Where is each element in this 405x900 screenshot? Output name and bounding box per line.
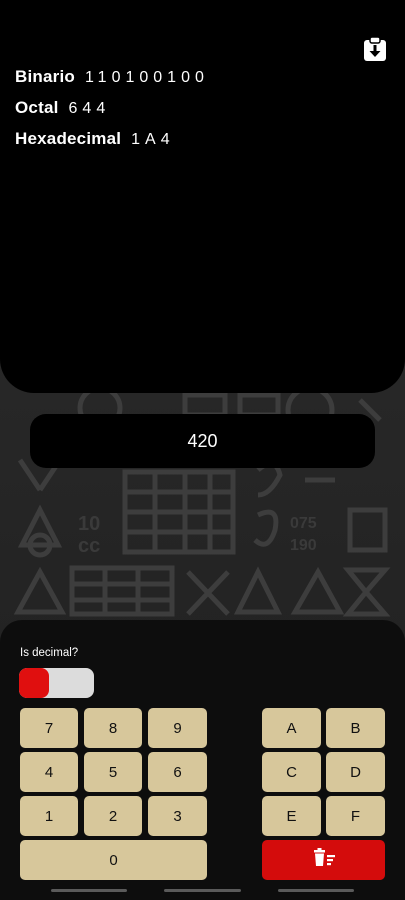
key-9[interactable]: 9 bbox=[148, 708, 207, 748]
binary-value: 110100100 bbox=[84, 69, 209, 86]
key-a[interactable]: A bbox=[262, 708, 321, 748]
number-input-display[interactable]: 420 bbox=[30, 414, 375, 468]
svg-text:190: 190 bbox=[290, 537, 317, 554]
key-8[interactable]: 8 bbox=[84, 708, 142, 748]
octal-value: 644 bbox=[68, 100, 111, 117]
nav-indicator-right bbox=[278, 889, 354, 892]
clipboard-download-icon[interactable] bbox=[363, 36, 387, 62]
key-0[interactable]: 0 bbox=[20, 840, 207, 880]
trash-clear-icon bbox=[312, 848, 336, 872]
key-6[interactable]: 6 bbox=[148, 752, 207, 792]
results-panel: Binario 110100100 Octal 644 Hexadecimal 1A4 bbox=[0, 0, 405, 393]
hex-label: Hexadecimal bbox=[15, 129, 122, 148]
svg-text:10: 10 bbox=[78, 513, 100, 535]
key-2[interactable]: 2 bbox=[84, 796, 142, 836]
svg-text:cc: cc bbox=[78, 535, 100, 557]
nav-indicator-center bbox=[164, 889, 241, 892]
key-3[interactable]: 3 bbox=[148, 796, 207, 836]
key-7[interactable]: 7 bbox=[20, 708, 78, 748]
binary-label: Binario bbox=[15, 67, 75, 86]
hex-value: 1A4 bbox=[131, 131, 175, 148]
key-5[interactable]: 5 bbox=[84, 752, 142, 792]
key-c[interactable]: C bbox=[262, 752, 321, 792]
clear-button[interactable] bbox=[262, 840, 385, 880]
hex-result: Hexadecimal 1A4 bbox=[15, 129, 175, 149]
key-b[interactable]: B bbox=[326, 708, 385, 748]
is-decimal-toggle[interactable] bbox=[19, 668, 94, 698]
key-d[interactable]: D bbox=[326, 752, 385, 792]
toggle-knob bbox=[19, 668, 49, 698]
key-e[interactable]: E bbox=[262, 796, 321, 836]
key-1[interactable]: 1 bbox=[20, 796, 78, 836]
octal-result: Octal 644 bbox=[15, 98, 110, 118]
key-f[interactable]: F bbox=[326, 796, 385, 836]
key-4[interactable]: 4 bbox=[20, 752, 78, 792]
is-decimal-label: Is decimal? bbox=[20, 647, 79, 659]
binary-result: Binario 110100100 bbox=[15, 67, 209, 87]
octal-label: Octal bbox=[15, 98, 59, 117]
nav-indicator-left bbox=[51, 889, 127, 892]
svg-text:075: 075 bbox=[290, 515, 317, 532]
